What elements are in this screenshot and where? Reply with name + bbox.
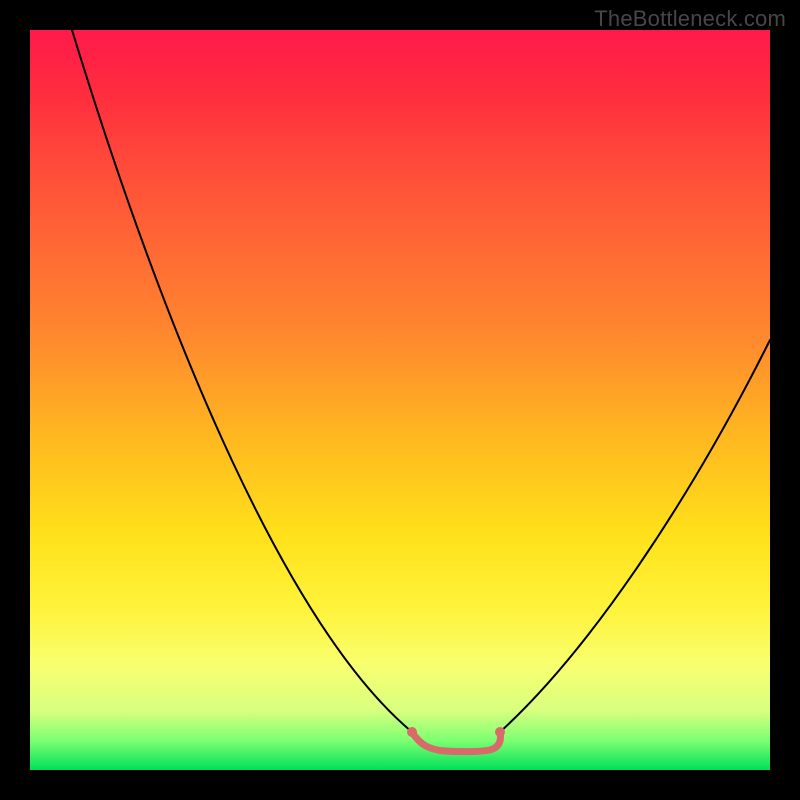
watermark-text: TheBottleneck.com <box>594 6 786 32</box>
series-valley-floor-endpoint <box>407 727 417 737</box>
series-valley-floor-endpoint <box>495 727 505 737</box>
chart-frame: TheBottleneck.com <box>0 0 800 800</box>
series-container <box>72 30 770 752</box>
series-right-arm <box>500 340 770 732</box>
series-left-arm <box>72 30 412 732</box>
plot-area <box>30 30 770 770</box>
series-valley-floor <box>412 732 501 752</box>
curve-layer <box>30 30 770 770</box>
